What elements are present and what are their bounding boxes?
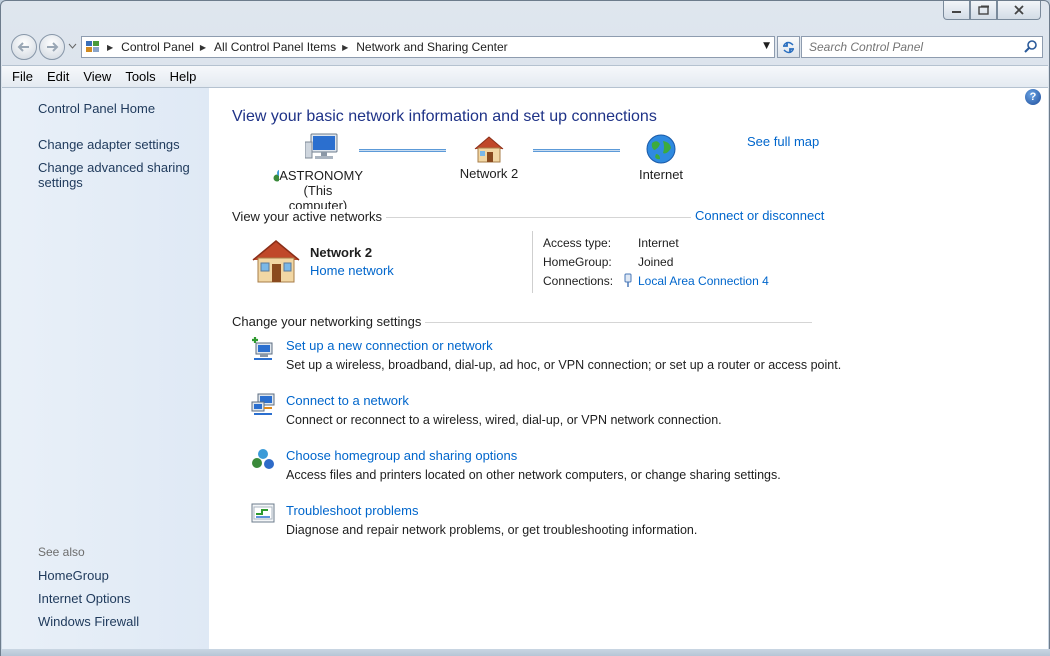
map-connector-line: [359, 149, 446, 152]
back-button[interactable]: [11, 34, 37, 60]
change-advanced-sharing-line1: Change advanced sharing: [38, 160, 190, 175]
search-box[interactable]: [801, 36, 1043, 58]
setup-new-connection-desc: Set up a wireless, broadband, dial-up, a…: [286, 358, 842, 372]
recent-pages-dropdown-icon[interactable]: [68, 43, 77, 50]
computer-name: ASTRONOMY: [279, 168, 363, 183]
ethernet-cable-icon: [624, 273, 632, 287]
homegroup-link[interactable]: HomeGroup: [38, 568, 109, 583]
close-icon: [1014, 4, 1024, 15]
menu-help[interactable]: Help: [170, 69, 197, 84]
control-panel-icon: [86, 41, 99, 52]
refresh-icon: [783, 41, 794, 53]
setup-new-connection-link[interactable]: Set up a new connection or network: [286, 338, 493, 353]
search-input[interactable]: [802, 37, 1012, 57]
homegroup-sharing-desc: Access files and printers located on oth…: [286, 468, 781, 482]
troubleshoot-problems-link[interactable]: Troubleshoot problems: [286, 503, 418, 518]
troubleshoot-icon: [251, 503, 275, 523]
local-area-connection-link[interactable]: Local Area Connection 4: [622, 273, 769, 288]
local-area-connection-label: Local Area Connection 4: [638, 273, 769, 288]
windows-firewall-link[interactable]: Windows Firewall: [38, 614, 139, 629]
section-divider: [409, 322, 812, 323]
connections-label: Connections:: [543, 274, 614, 288]
help-icon: ?: [1029, 91, 1037, 103]
address-bar[interactable]: ▶ Control Panel ▶ All Control Panel Items…: [81, 36, 775, 58]
address-dropdown-icon[interactable]: ▼: [763, 41, 770, 51]
active-networks-heading: View your active networks: [232, 209, 387, 224]
connect-network-icon: [251, 393, 275, 415]
main-content: ? View your basic network information an…: [209, 88, 1048, 649]
map-node-network[interactable]: Network 2: [449, 134, 529, 181]
home-network-icon: [474, 136, 504, 163]
window-bottom-border: [1, 649, 1050, 656]
connect-to-network-desc: Connect or reconnect to a wireless, wire…: [286, 413, 722, 427]
connect-to-network-link[interactable]: Connect to a network: [286, 393, 409, 408]
connect-or-disconnect-link[interactable]: Connect or disconnect: [691, 208, 825, 223]
breadcrumb-all-items[interactable]: All Control Panel Items ▶: [214, 40, 356, 54]
access-type-label: Access type:: [543, 236, 612, 250]
internet-label: Internet: [638, 167, 684, 182]
network-type-link[interactable]: Home network: [310, 263, 394, 278]
menu-edit[interactable]: Edit: [47, 69, 69, 84]
maximize-icon: [977, 5, 989, 15]
internet-options-link[interactable]: Internet Options: [38, 591, 131, 606]
close-button[interactable]: [997, 1, 1041, 20]
window-frame: ▶ Control Panel ▶ All Control Panel Items…: [0, 0, 1050, 656]
new-connection-icon: [252, 337, 273, 360]
breadcrumb-separator-icon[interactable]: ▶: [101, 43, 121, 52]
map-connector-line: [533, 149, 620, 152]
menu-tools[interactable]: Tools: [125, 69, 155, 84]
help-button[interactable]: ?: [1025, 89, 1041, 105]
control-panel-home-link[interactable]: Control Panel Home: [38, 101, 155, 116]
change-advanced-sharing-line2: settings: [38, 175, 83, 190]
globe-icon: [646, 134, 676, 164]
active-network-name: Network 2: [310, 245, 373, 260]
network-node-label: Network 2: [459, 166, 519, 181]
see-also-heading: See also: [38, 545, 85, 559]
maximize-button[interactable]: [970, 1, 997, 20]
access-type-value: Internet: [638, 236, 679, 250]
vertical-divider: [532, 231, 533, 293]
homegroup-sharing-link[interactable]: Choose homegroup and sharing options: [286, 448, 517, 463]
minimize-icon: [951, 11, 961, 13]
change-advanced-sharing-link[interactable]: Change advanced sharing settings: [38, 160, 190, 190]
map-node-internet[interactable]: Internet: [623, 133, 699, 182]
menu-view[interactable]: View: [83, 69, 111, 84]
change-adapter-settings-link[interactable]: Change adapter settings: [38, 137, 180, 152]
homegroup-icon: [252, 449, 274, 469]
homegroup-label: HomeGroup:: [543, 255, 612, 269]
map-node-computer: ASTRONOMY (This computer): [273, 132, 363, 213]
sidebar: Control Panel Home Change adapter settin…: [2, 88, 209, 649]
page-title: View your basic network information and …: [232, 108, 657, 125]
caption-buttons: [943, 1, 1041, 20]
forward-arrow-icon: [47, 42, 59, 52]
forward-button[interactable]: [39, 34, 65, 60]
home-network-icon: [252, 240, 300, 283]
menu-bar: File Edit View Tools Help: [2, 65, 1048, 88]
navigation-bar: ▶ Control Panel ▶ All Control Panel Items…: [9, 33, 1043, 61]
networking-settings-heading: Change your networking settings: [232, 314, 426, 329]
troubleshoot-problems-desc: Diagnose and repair network problems, or…: [286, 523, 698, 537]
minimize-button[interactable]: [943, 1, 970, 20]
back-arrow-icon: [17, 42, 29, 52]
see-full-map-link[interactable]: See full map: [747, 134, 819, 149]
computer-icon: [304, 133, 338, 159]
breadcrumb-network-sharing[interactable]: Network and Sharing Center: [356, 40, 507, 54]
homegroup-joined-link[interactable]: Joined: [638, 255, 673, 269]
menu-file[interactable]: File: [12, 69, 33, 84]
refresh-button[interactable]: [777, 36, 800, 58]
breadcrumb-control-panel[interactable]: Control Panel ▶: [121, 40, 214, 54]
search-icon[interactable]: [1023, 39, 1038, 54]
